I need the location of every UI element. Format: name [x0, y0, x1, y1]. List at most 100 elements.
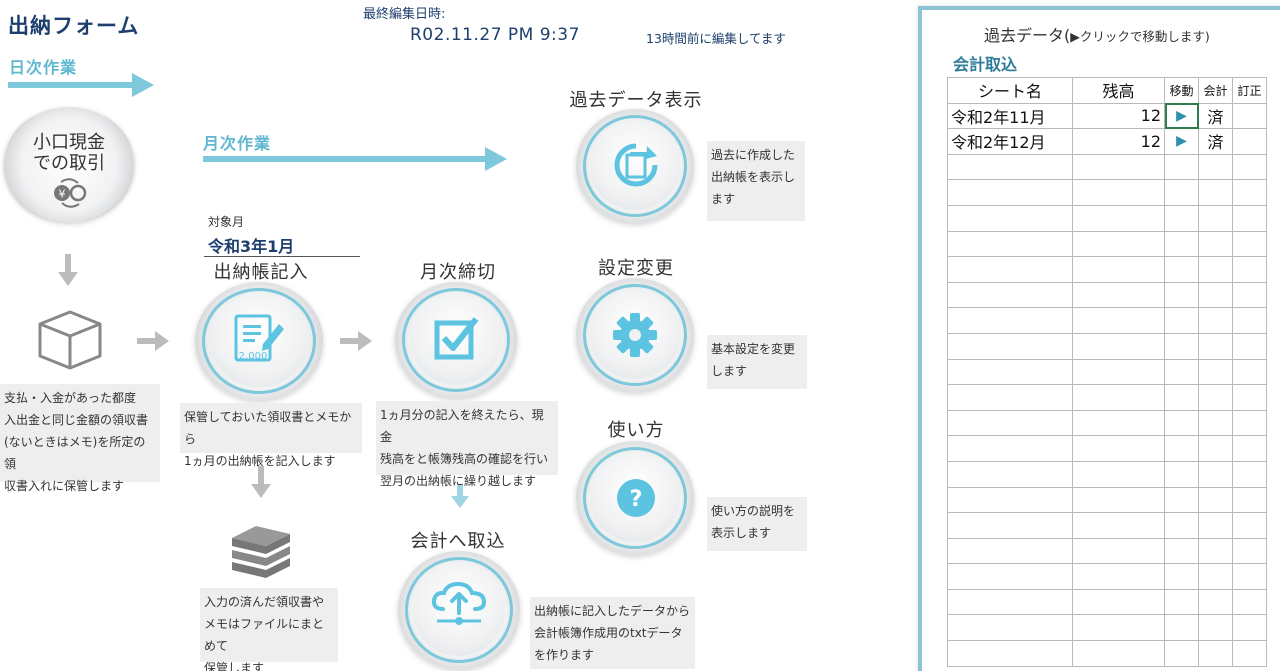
- empty-cell[interactable]: [947, 230, 1073, 258]
- empty-cell[interactable]: [1164, 486, 1199, 514]
- empty-cell[interactable]: [1198, 588, 1233, 616]
- empty-cell[interactable]: [1232, 153, 1267, 181]
- monthly-close-button[interactable]: [395, 282, 517, 398]
- empty-cell[interactable]: [1072, 409, 1165, 437]
- empty-cell[interactable]: [947, 409, 1073, 437]
- account-status-cell[interactable]: 済: [1198, 102, 1233, 130]
- empty-cell[interactable]: [1232, 332, 1267, 360]
- empty-cell[interactable]: [1232, 204, 1267, 232]
- empty-cell[interactable]: [1072, 332, 1165, 360]
- empty-cell[interactable]: [1072, 563, 1165, 590]
- empty-cell[interactable]: [947, 614, 1073, 642]
- empty-cell[interactable]: [1198, 409, 1233, 437]
- empty-cell[interactable]: [1232, 537, 1267, 565]
- empty-cell[interactable]: [1198, 332, 1233, 360]
- empty-cell[interactable]: [1232, 460, 1267, 488]
- empty-cell[interactable]: [1164, 512, 1199, 539]
- empty-cell[interactable]: [1232, 409, 1267, 437]
- empty-cell[interactable]: [1232, 563, 1267, 590]
- move-play-button[interactable]: ▶: [1164, 102, 1199, 130]
- ledger-button[interactable]: 2,000: [195, 282, 323, 400]
- empty-cell[interactable]: [1232, 486, 1267, 514]
- empty-cell[interactable]: [1072, 435, 1165, 462]
- empty-cell[interactable]: [1198, 358, 1233, 386]
- empty-cell[interactable]: [947, 384, 1073, 411]
- empty-cell[interactable]: [947, 563, 1073, 590]
- empty-cell[interactable]: [947, 588, 1073, 616]
- empty-cell[interactable]: [947, 179, 1073, 206]
- empty-cell[interactable]: [1072, 256, 1165, 283]
- balance-cell[interactable]: 12: [1072, 102, 1165, 130]
- empty-cell[interactable]: [947, 256, 1073, 283]
- empty-cell[interactable]: [1232, 512, 1267, 539]
- empty-cell[interactable]: [947, 435, 1073, 462]
- empty-cell[interactable]: [1072, 281, 1165, 309]
- empty-cell[interactable]: [1164, 358, 1199, 386]
- empty-cell[interactable]: [1232, 640, 1267, 667]
- empty-cell[interactable]: [1164, 588, 1199, 616]
- empty-cell[interactable]: [1072, 537, 1165, 565]
- empty-cell[interactable]: [1072, 640, 1165, 667]
- sheet-name-cell[interactable]: 令和2年11月: [947, 102, 1073, 130]
- accounting-import-button[interactable]: [398, 551, 520, 669]
- empty-cell[interactable]: [1072, 614, 1165, 642]
- fix-cell[interactable]: [1232, 102, 1267, 130]
- empty-cell[interactable]: [1198, 435, 1233, 462]
- empty-cell[interactable]: [1164, 640, 1199, 667]
- empty-cell[interactable]: [1198, 460, 1233, 488]
- empty-cell[interactable]: [1072, 486, 1165, 514]
- empty-cell[interactable]: [1198, 281, 1233, 309]
- empty-cell[interactable]: [947, 640, 1073, 667]
- empty-cell[interactable]: [947, 486, 1073, 514]
- empty-cell[interactable]: [1164, 384, 1199, 411]
- empty-cell[interactable]: [1164, 179, 1199, 206]
- sheet-name-cell[interactable]: 令和2年12月: [947, 128, 1073, 155]
- empty-cell[interactable]: [1164, 256, 1199, 283]
- empty-cell[interactable]: [1232, 281, 1267, 309]
- empty-cell[interactable]: [1072, 153, 1165, 181]
- empty-cell[interactable]: [1198, 204, 1233, 232]
- empty-cell[interactable]: [1164, 614, 1199, 642]
- account-status-cell[interactable]: 済: [1198, 128, 1233, 155]
- empty-cell[interactable]: [1232, 435, 1267, 462]
- empty-cell[interactable]: [1198, 563, 1233, 590]
- empty-cell[interactable]: [1164, 435, 1199, 462]
- empty-cell[interactable]: [1198, 640, 1233, 667]
- empty-cell[interactable]: [1072, 460, 1165, 488]
- empty-cell[interactable]: [1198, 384, 1233, 411]
- empty-cell[interactable]: [1198, 537, 1233, 565]
- empty-cell[interactable]: [1232, 179, 1267, 206]
- balance-cell[interactable]: 12: [1072, 128, 1165, 155]
- empty-cell[interactable]: [1072, 358, 1165, 386]
- empty-cell[interactable]: [947, 307, 1073, 334]
- empty-cell[interactable]: [947, 460, 1073, 488]
- empty-cell[interactable]: [1198, 179, 1233, 206]
- empty-cell[interactable]: [1198, 256, 1233, 283]
- past-data-button[interactable]: [576, 109, 694, 223]
- empty-cell[interactable]: [1072, 588, 1165, 616]
- empty-cell[interactable]: [1198, 307, 1233, 334]
- empty-cell[interactable]: [1232, 588, 1267, 616]
- empty-cell[interactable]: [1164, 332, 1199, 360]
- empty-cell[interactable]: [1164, 281, 1199, 309]
- empty-cell[interactable]: [947, 512, 1073, 539]
- empty-cell[interactable]: [1232, 256, 1267, 283]
- empty-cell[interactable]: [1164, 204, 1199, 232]
- empty-cell[interactable]: [947, 204, 1073, 232]
- empty-cell[interactable]: [947, 281, 1073, 309]
- petty-cash-button[interactable]: 小口現金 での取引 ¥: [5, 107, 133, 222]
- move-play-button[interactable]: ▶: [1164, 128, 1199, 155]
- empty-cell[interactable]: [1164, 460, 1199, 488]
- empty-cell[interactable]: [1072, 307, 1165, 334]
- empty-cell[interactable]: [947, 537, 1073, 565]
- empty-cell[interactable]: [1198, 512, 1233, 539]
- empty-cell[interactable]: [1232, 384, 1267, 411]
- empty-cell[interactable]: [1164, 563, 1199, 590]
- empty-cell[interactable]: [1198, 486, 1233, 514]
- empty-cell[interactable]: [1198, 614, 1233, 642]
- help-button[interactable]: ?: [576, 441, 694, 555]
- empty-cell[interactable]: [1072, 230, 1165, 258]
- empty-cell[interactable]: [1072, 179, 1165, 206]
- empty-cell[interactable]: [1232, 230, 1267, 258]
- empty-cell[interactable]: [1164, 230, 1199, 258]
